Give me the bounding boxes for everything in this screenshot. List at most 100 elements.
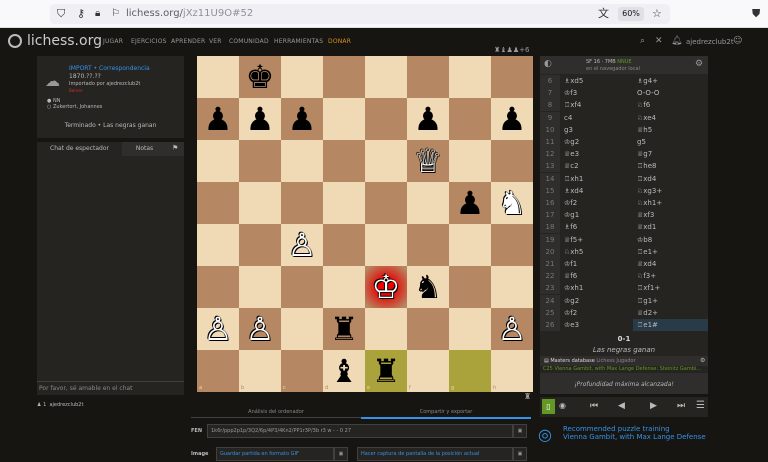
hamburger-icon[interactable]: ☰	[696, 400, 705, 411]
white-move[interactable]: ♔f1	[564, 258, 577, 270]
square-f4[interactable]	[407, 224, 449, 266]
square-b4[interactable]	[239, 224, 281, 266]
square-c1[interactable]	[281, 350, 323, 392]
explorer-tab-player[interactable]: Jugador	[616, 358, 635, 364]
tab-spectator-chat[interactable]: Chat de espectador	[37, 142, 122, 156]
piece-d1[interactable]: ♝	[323, 350, 365, 392]
nav-learn[interactable]: APRENDER	[171, 38, 205, 45]
search-icon[interactable]: ⌕	[640, 36, 645, 46]
black-move[interactable]: ♔b8	[637, 234, 652, 246]
import-label[interactable]: IMPORT	[69, 65, 92, 72]
square-b1[interactable]	[239, 350, 281, 392]
nav-donate[interactable]: DONAR	[328, 38, 351, 45]
tab-share-export[interactable]: Compartir y exportar	[361, 409, 531, 419]
white-move[interactable]: ♕e3	[564, 148, 579, 160]
fen-input[interactable]: 1k6r/ppp2p1p/3Q2/6p/4P3/4Kn2/PP1r3P/3b r…	[207, 424, 513, 438]
square-d5[interactable]	[323, 182, 365, 224]
black-move[interactable]: ♖e1#	[637, 319, 658, 331]
puzzle-title[interactable]: Recommended puzzle training	[563, 425, 670, 433]
black-move[interactable]: ♖he8	[637, 160, 656, 172]
piece-c7[interactable]: ♟	[281, 98, 323, 140]
white-move[interactable]: ♕f5+	[564, 234, 583, 246]
next-move-icon[interactable]: ▶	[650, 401, 657, 411]
pocket-icon[interactable]: ⛊	[752, 7, 760, 20]
square-f5[interactable]	[407, 182, 449, 224]
square-d4[interactable]	[323, 224, 365, 266]
white-move[interactable]: ♔f3	[564, 87, 577, 99]
black-move[interactable]: ♕h5	[637, 124, 652, 136]
black-move[interactable]: g5	[637, 136, 646, 148]
square-f2[interactable]	[407, 308, 449, 350]
square-c8[interactable]	[281, 56, 323, 98]
gif-button[interactable]: Guardar partida en formato GIF	[216, 447, 334, 461]
lock-icon[interactable]: 🔒︎	[95, 7, 100, 20]
square-f8[interactable]	[407, 56, 449, 98]
chess-board[interactable]: a b c d e f g h 8 7 6 5 4 3 2 1 ♚ ♟ ♟ ♟ ♟ ♟ ♕ ♟ ♞ ♙ ♔ ♞ ♙ ♙ ♜ ♙ ♝ ♜	[197, 56, 533, 392]
black-move[interactable]: ♘xh1+	[637, 197, 662, 209]
square-e8[interactable]	[365, 56, 407, 98]
square-g2[interactable]	[449, 308, 491, 350]
square-c3[interactable]	[281, 266, 323, 308]
black-move[interactable]: ♕g7	[637, 148, 652, 160]
piece-d2[interactable]: ♜	[323, 308, 365, 350]
square-e5[interactable]	[365, 182, 407, 224]
square-b3[interactable]	[239, 266, 281, 308]
square-g1[interactable]	[449, 350, 491, 392]
first-move-icon[interactable]: ⏮	[590, 401, 598, 411]
gif-download-icon[interactable]: ▣	[334, 447, 348, 461]
black-move[interactable]: ♕xf3	[637, 209, 654, 221]
square-g4[interactable]	[449, 224, 491, 266]
piece-e1[interactable]: ♜	[365, 350, 407, 392]
square-a8[interactable]	[197, 56, 239, 98]
square-c5[interactable]	[281, 182, 323, 224]
square-c6[interactable]	[281, 140, 323, 182]
white-move[interactable]: ♕c2	[564, 160, 579, 172]
square-g3[interactable]	[449, 266, 491, 308]
chat-input[interactable]: Por favor, sé amable en el chat	[37, 381, 184, 394]
engine-toggle-icon[interactable]: ◐	[544, 59, 552, 69]
white-move[interactable]: c4	[564, 112, 572, 124]
white-move[interactable]: ♗xd5	[564, 75, 583, 87]
game-type[interactable]: Correspondencia	[99, 65, 150, 72]
practice-icon[interactable]: ◉	[559, 401, 566, 410]
last-move-icon[interactable]: ⏭	[677, 401, 685, 411]
white-move[interactable]: ♔e3	[564, 319, 579, 331]
white-move[interactable]: ♖xh1	[564, 173, 583, 185]
permissions-icon[interactable]: ⚷	[77, 7, 85, 20]
square-a4[interactable]	[197, 224, 239, 266]
black-move[interactable]: ♕d2+	[637, 307, 658, 319]
black-move[interactable]: ♘xe4	[637, 112, 656, 124]
nav-puzzles[interactable]: EJERCICIOS	[131, 38, 167, 45]
site-logo[interactable]: lichess.org	[27, 33, 102, 49]
user-avatar-icon[interactable]: ☺	[733, 36, 742, 46]
white-move[interactable]: ♔f2	[564, 197, 577, 209]
black-move[interactable]: ♖xd4	[637, 173, 656, 185]
piece-e3[interactable]: ♔	[365, 266, 407, 308]
black-move[interactable]: ♘f6	[637, 99, 650, 111]
piece-c4[interactable]: ♙	[281, 224, 323, 266]
square-e4[interactable]	[365, 224, 407, 266]
black-player[interactable]: Zukertort, Johannes	[53, 104, 102, 110]
piece-b2[interactable]: ♙	[239, 308, 281, 350]
white-move[interactable]: ♔g2	[564, 136, 579, 148]
gear-icon[interactable]: ⚙	[695, 59, 703, 69]
square-a3[interactable]	[197, 266, 239, 308]
tab-notes[interactable]: Notas	[122, 142, 167, 156]
square-g6[interactable]	[449, 140, 491, 182]
white-move[interactable]: ♔g2	[564, 295, 579, 307]
white-move[interactable]: ♔g1	[564, 209, 579, 221]
square-c2[interactable]	[281, 308, 323, 350]
screenshot-download-icon[interactable]: ▣	[513, 447, 527, 461]
nav-play[interactable]: JUGAR	[103, 38, 123, 45]
nav-watch[interactable]: VER	[209, 38, 222, 45]
white-move[interactable]: ♘xh5	[564, 246, 583, 258]
viewer-name[interactable]: ajedrezclub2t	[49, 402, 83, 408]
piece-h5[interactable]: ♞	[491, 182, 533, 224]
piece-f3[interactable]: ♞	[407, 266, 449, 308]
explorer-title[interactable]: Masters database	[550, 358, 594, 364]
square-d8[interactable]	[323, 56, 365, 98]
square-d7[interactable]	[323, 98, 365, 140]
explorer-gear-icon[interactable]: ⚙	[700, 357, 705, 364]
square-e6[interactable]	[365, 140, 407, 182]
square-a1[interactable]	[197, 350, 239, 392]
